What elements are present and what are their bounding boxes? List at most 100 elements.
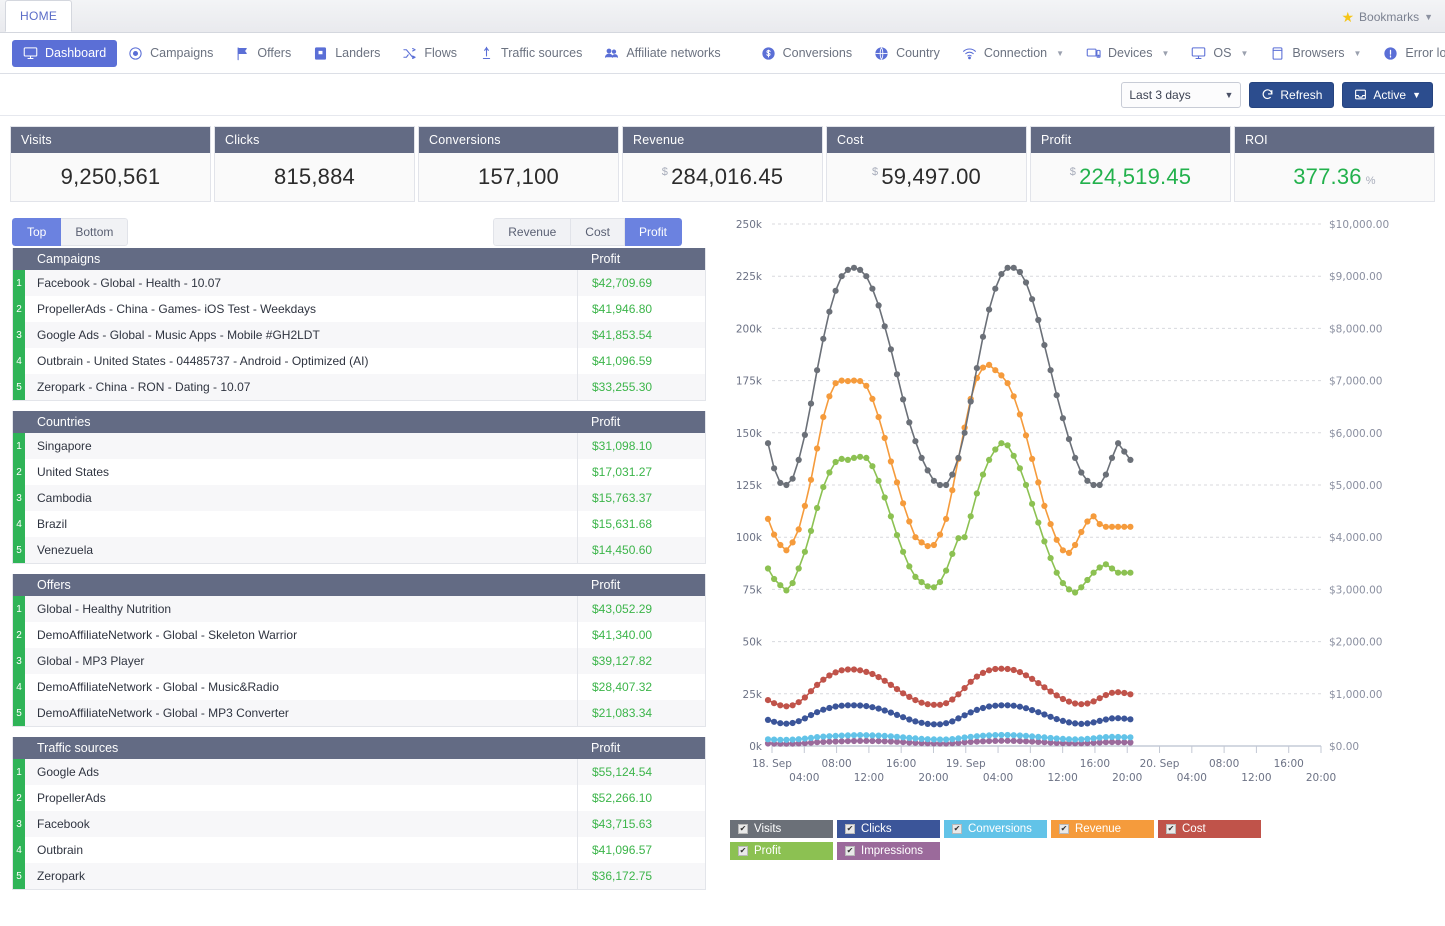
series-point[interactable]	[894, 734, 900, 740]
series-point[interactable]	[1084, 577, 1090, 583]
checkbox-icon[interactable]: ✔	[952, 824, 962, 834]
table-row[interactable]: 1Singapore$31,098.10	[13, 433, 705, 459]
series-point[interactable]	[790, 580, 796, 586]
table-row[interactable]: 5Venezuela$14,450.60	[13, 537, 705, 563]
series-point[interactable]	[845, 457, 851, 463]
legend-item-conversions[interactable]: ✔Conversions	[944, 820, 1047, 838]
series-point[interactable]	[980, 670, 986, 676]
checkbox-icon[interactable]: ✔	[1059, 824, 1069, 834]
series-point[interactable]	[1023, 279, 1029, 285]
series-point[interactable]	[955, 735, 961, 741]
series-point[interactable]	[863, 455, 869, 461]
nav-item-campaigns[interactable]: Campaigns	[117, 40, 224, 67]
series-point[interactable]	[1097, 521, 1103, 527]
series-point[interactable]	[783, 737, 789, 743]
series-point[interactable]	[974, 365, 980, 371]
series-point[interactable]	[962, 534, 968, 540]
series-point[interactable]	[980, 733, 986, 739]
series-point[interactable]	[1091, 719, 1097, 725]
table-row[interactable]: 3Google Ads - Global - Music Apps - Mobi…	[13, 322, 705, 348]
series-point[interactable]	[1121, 716, 1127, 722]
series-point[interactable]	[986, 307, 992, 313]
series-point[interactable]	[802, 549, 808, 555]
series-point[interactable]	[974, 490, 980, 496]
series-point[interactable]	[1066, 586, 1072, 592]
series-point[interactable]	[998, 372, 1004, 378]
nav-item-connection[interactable]: Connection▼	[951, 40, 1075, 67]
series-point[interactable]	[1023, 672, 1029, 678]
series-point[interactable]	[1121, 690, 1127, 696]
date-range-select[interactable]: Last 3 days ▼	[1121, 82, 1241, 108]
series-point[interactable]	[1078, 701, 1084, 707]
checkbox-icon[interactable]: ✔	[738, 846, 748, 856]
series-point[interactable]	[1121, 570, 1127, 576]
series-point[interactable]	[1097, 735, 1103, 741]
series-point[interactable]	[949, 696, 955, 702]
series-point[interactable]	[925, 736, 931, 742]
series-point[interactable]	[777, 737, 783, 743]
series-point[interactable]	[949, 551, 955, 557]
series-point[interactable]	[906, 563, 912, 569]
series-point[interactable]	[931, 542, 937, 548]
series-point[interactable]	[1048, 555, 1054, 561]
series-point[interactable]	[1023, 733, 1029, 739]
table-row[interactable]: 4DemoAffiliateNetwork - Global - Music&R…	[13, 674, 705, 700]
series-point[interactable]	[1017, 669, 1023, 675]
series-point[interactable]	[826, 393, 832, 399]
series-point[interactable]	[863, 669, 869, 675]
series-point[interactable]	[1005, 702, 1011, 708]
series-point[interactable]	[1048, 714, 1054, 720]
series-point[interactable]	[955, 455, 961, 461]
series-point[interactable]	[937, 721, 943, 727]
series-point[interactable]	[802, 503, 808, 509]
series-point[interactable]	[894, 712, 900, 718]
series-point[interactable]	[765, 516, 771, 522]
series-point[interactable]	[876, 414, 882, 420]
series-point[interactable]	[955, 535, 961, 541]
series-point[interactable]	[1060, 580, 1066, 586]
series-point[interactable]	[869, 704, 875, 710]
series-point[interactable]	[796, 699, 802, 705]
series-point[interactable]	[783, 721, 789, 727]
series-point[interactable]	[771, 719, 777, 725]
series-point[interactable]	[771, 532, 777, 538]
series-point[interactable]	[980, 705, 986, 711]
series-point[interactable]	[980, 365, 986, 371]
series-point[interactable]	[863, 703, 869, 709]
series-point[interactable]	[851, 378, 857, 384]
series-point[interactable]	[1035, 709, 1041, 715]
series-point[interactable]	[882, 494, 888, 500]
series-point[interactable]	[869, 738, 875, 744]
series-point[interactable]	[882, 738, 888, 744]
series-point[interactable]	[900, 500, 906, 506]
series-point[interactable]	[906, 518, 912, 524]
series-point[interactable]	[1041, 711, 1047, 717]
series-point[interactable]	[802, 432, 808, 438]
series-point[interactable]	[1029, 296, 1035, 302]
series-point[interactable]	[1091, 698, 1097, 704]
series-point[interactable]	[1084, 478, 1090, 484]
series-point[interactable]	[845, 267, 851, 273]
series-point[interactable]	[839, 738, 845, 744]
series-point[interactable]	[826, 309, 832, 315]
series-point[interactable]	[851, 265, 857, 271]
series-point[interactable]	[808, 688, 814, 694]
series-point[interactable]	[1072, 589, 1078, 595]
series-point[interactable]	[808, 735, 814, 741]
series-point[interactable]	[894, 686, 900, 692]
series-point[interactable]	[1066, 550, 1072, 556]
series-point[interactable]	[826, 672, 832, 678]
series-point[interactable]	[1084, 700, 1090, 706]
series-point[interactable]	[980, 738, 986, 744]
series-point[interactable]	[857, 267, 863, 273]
legend-item-visits[interactable]: ✔Visits	[730, 820, 833, 838]
table-row[interactable]: 1Facebook - Global - Health - 10.07$42,7…	[13, 270, 705, 296]
series-point[interactable]	[894, 479, 900, 485]
series-point[interactable]	[857, 378, 863, 384]
series-point[interactable]	[790, 720, 796, 726]
series-point[interactable]	[839, 667, 845, 673]
series-point[interactable]	[820, 677, 826, 683]
series-point[interactable]	[1054, 716, 1060, 722]
legend-item-impressions[interactable]: ✔Impressions	[837, 842, 940, 860]
series-point[interactable]	[980, 472, 986, 478]
